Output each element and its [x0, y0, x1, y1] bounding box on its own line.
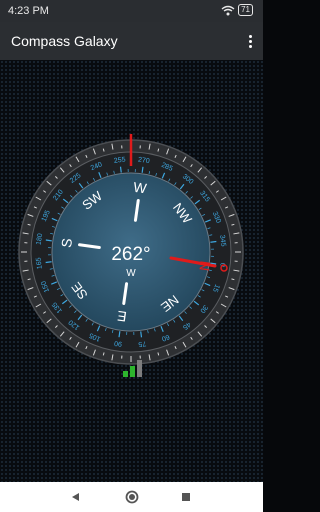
degree-number: 255: [114, 156, 127, 164]
status-time: 4:23 PM: [8, 5, 49, 17]
degree-tick: [210, 240, 217, 243]
battery-icon: 71: [238, 4, 253, 16]
degree-number: 345: [218, 235, 226, 248]
status-bar: 4:23 PM 71: [0, 0, 263, 22]
wifi-icon: [221, 5, 235, 15]
degree-number: 165: [35, 257, 43, 270]
recents-icon[interactable]: [166, 482, 206, 512]
app-bar: Compass Galaxy: [0, 22, 263, 60]
compass-dial: 0153045607590105120135150165180195210225…: [18, 134, 244, 365]
degree-tick: [45, 239, 52, 242]
degree-tick: [140, 331, 143, 338]
degree-tick: [45, 261, 52, 264]
degree-tick: [118, 331, 121, 338]
degree-tick: [141, 166, 144, 173]
status-icons: 71: [221, 4, 253, 16]
degree-tick: [119, 166, 122, 173]
degree-number: 90: [114, 339, 123, 347]
degree-number: 75: [138, 339, 147, 347]
heading-direction: W: [126, 268, 136, 279]
back-icon[interactable]: [56, 482, 96, 512]
home-icon[interactable]: [112, 482, 152, 512]
system-nav-bar: [0, 482, 263, 512]
heading-degrees: 262°: [111, 244, 150, 265]
app-title: Compass Galaxy: [11, 33, 118, 49]
signal-strength-icon: [123, 360, 142, 377]
more-vert-icon[interactable]: [243, 31, 257, 51]
